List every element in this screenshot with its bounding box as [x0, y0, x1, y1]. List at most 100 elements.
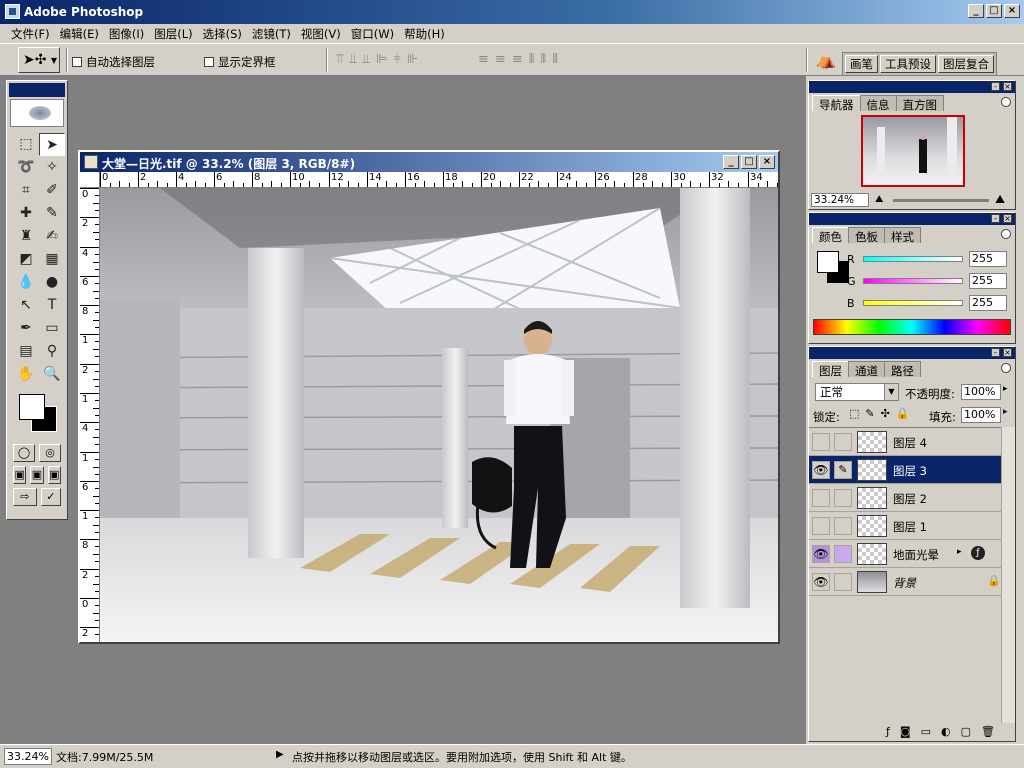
panel-minimize-button[interactable]: - [991, 82, 1000, 91]
slice-tool-icon[interactable]: ✐ [39, 179, 65, 202]
layer-row[interactable]: 图层 1 [809, 512, 1001, 540]
distribute-right-icon[interactable]: ⦀ [552, 52, 558, 67]
link-toggle[interactable] [834, 545, 852, 563]
tab-info[interactable]: 信息 [859, 95, 897, 112]
doc-minimize-button[interactable]: _ [723, 155, 739, 169]
palette-well-layer-comps[interactable]: 图层复合 [938, 55, 994, 73]
link-toggle[interactable] [834, 433, 852, 451]
standard-screen-icon[interactable]: ▣ [13, 466, 27, 484]
quick-mask-mode-icon[interactable]: ◎ [39, 444, 61, 462]
panel-titlebar[interactable]: - × [809, 81, 1015, 93]
minimize-button[interactable]: _ [968, 4, 984, 18]
expand-arrow-icon[interactable]: ▸ [957, 547, 962, 557]
fill-value[interactable]: 100% [961, 407, 1001, 423]
lock-all-icon[interactable]: 🔒 [896, 407, 916, 420]
notes-tool-icon[interactable]: ▤ [13, 340, 39, 363]
panel-close-button[interactable]: × [1003, 214, 1012, 223]
status-zoom-field[interactable]: 33.24% [4, 748, 52, 765]
full-screen-icon[interactable]: ▣ [47, 466, 61, 484]
navigator-zoom-field[interactable]: 33.24% [811, 193, 869, 207]
distribute-vcenter-icon[interactable]: ≡ [495, 52, 506, 67]
standard-mode-icon[interactable]: ◯ [13, 444, 35, 462]
toolbox-titlebar[interactable] [9, 83, 65, 97]
healing-brush-tool-icon[interactable]: ✚ [13, 202, 39, 225]
panel-minimize-button[interactable]: - [991, 214, 1000, 223]
menu-image[interactable]: 图像(I) [104, 24, 149, 43]
panel-menu-icon[interactable] [1001, 363, 1011, 373]
type-tool-icon[interactable]: T [39, 294, 65, 317]
tab-styles[interactable]: 样式 [884, 227, 921, 244]
tab-channels[interactable]: 通道 [848, 361, 885, 378]
red-value[interactable]: 255 [969, 251, 1007, 267]
add-layer-style-icon[interactable]: ƒ [886, 725, 890, 741]
distribute-left-icon[interactable]: ⦀ [529, 52, 535, 67]
checkbox-box[interactable] [204, 57, 214, 67]
layer-row[interactable]: 👁 背景 🔒 [809, 568, 1001, 596]
menu-filter[interactable]: 滤镜(T) [247, 24, 296, 43]
palette-well-brushes[interactable]: 画笔 [845, 55, 878, 73]
panel-titlebar[interactable]: - × [809, 347, 1015, 359]
menu-window[interactable]: 窗口(W) [346, 24, 399, 43]
show-bounding-box-checkbox[interactable]: 显示定界框 [204, 54, 276, 70]
opacity-value[interactable]: 100% [961, 384, 1001, 400]
tab-navigator[interactable]: 导航器 [812, 95, 861, 112]
auto-select-layer-checkbox[interactable]: 自动选择图层 [72, 54, 155, 70]
rectangle-tool-icon[interactable]: ▭ [39, 317, 65, 340]
zoom-in-icon[interactable]: ⛰ [995, 192, 1005, 207]
distribute-top-icon[interactable]: ≡ [478, 52, 489, 67]
align-vcenter-icon[interactable]: ⫫ [349, 52, 356, 67]
foreground-color-swatch[interactable] [19, 394, 45, 420]
opacity-arrow-icon[interactable]: ▸ [1003, 384, 1008, 394]
menu-layer[interactable]: 图层(L) [149, 24, 197, 43]
tab-color[interactable]: 颜色 [812, 227, 849, 244]
doc-close-button[interactable]: × [759, 155, 775, 169]
tool-preset-picker[interactable]: ➤✣ ▼ [18, 47, 60, 73]
align-right-icon[interactable]: ⊪ [407, 52, 418, 67]
path-selection-tool-icon[interactable]: ↖ [13, 294, 39, 317]
fill-arrow-icon[interactable]: ▸ [1003, 407, 1008, 417]
green-slider[interactable] [863, 278, 963, 284]
distribute-hcenter-icon[interactable]: ⦀ [540, 52, 546, 67]
document-titlebar[interactable]: 大堂—日光.tif @ 33.2% (图层 3, RGB/8#) _ □ × [80, 152, 778, 172]
link-toggle[interactable] [834, 573, 852, 591]
new-adjustment-layer-icon[interactable]: ◐ [941, 725, 951, 741]
blue-value[interactable]: 255 [969, 295, 1007, 311]
link-toggle[interactable] [834, 489, 852, 507]
horizontal-ruler[interactable]: 0 2 4 6 8 10 12 14 16 18 20 22 24 26 28 30 32 34 [100, 172, 778, 188]
layer-row[interactable]: 图层 2 [809, 484, 1001, 512]
distribute-bottom-icon[interactable]: ≡ [512, 52, 523, 67]
close-button[interactable]: × [1004, 4, 1020, 18]
brush-tool-icon[interactable]: ✎ [39, 202, 65, 225]
eyedropper-tool-icon[interactable]: ⚲ [39, 340, 65, 363]
new-layer-icon[interactable]: ▢ [961, 725, 971, 741]
ruler-origin[interactable] [80, 172, 100, 188]
dodge-tool-icon[interactable]: ● [39, 271, 65, 294]
eraser-tool-icon[interactable]: ◩ [13, 248, 39, 271]
eye-icon[interactable]: 👁 [812, 573, 830, 591]
clone-stamp-tool-icon[interactable]: ♜ [13, 225, 39, 248]
menu-file[interactable]: 文件(F) [6, 24, 55, 43]
checkmark-icon[interactable]: ✓ [40, 488, 61, 506]
gradient-tool-icon[interactable]: ▦ [39, 248, 65, 271]
eye-icon[interactable]: 👁 [812, 461, 830, 479]
align-left-icon[interactable]: ⊫ [376, 52, 387, 67]
tab-swatches[interactable]: 色板 [848, 227, 885, 244]
panel-close-button[interactable]: × [1003, 82, 1012, 91]
blur-tool-icon[interactable]: 💧 [13, 271, 39, 294]
green-value[interactable]: 255 [969, 273, 1007, 289]
layer-row-selected[interactable]: 👁 ✎ 图层 3 [809, 456, 1001, 484]
visibility-toggle[interactable] [812, 433, 830, 451]
navigator-thumbnail[interactable] [861, 115, 965, 187]
panel-minimize-button[interactable]: - [991, 348, 1000, 357]
align-hcenter-icon[interactable]: ⫩ [393, 52, 400, 67]
panel-titlebar[interactable]: - × [809, 213, 1015, 225]
lock-transparency-icon[interactable]: ⬚ [849, 407, 865, 420]
new-set-icon[interactable]: ▭ [921, 725, 931, 741]
brush-icon[interactable]: ✎ [834, 461, 852, 479]
tab-layers[interactable]: 图层 [812, 361, 849, 378]
zoom-tool-icon[interactable]: 🔍 [39, 363, 65, 386]
delete-layer-icon[interactable]: 🗑 [981, 725, 995, 741]
doc-maximize-button[interactable]: □ [741, 155, 757, 169]
image-canvas[interactable] [100, 188, 778, 642]
red-slider[interactable] [863, 256, 963, 262]
